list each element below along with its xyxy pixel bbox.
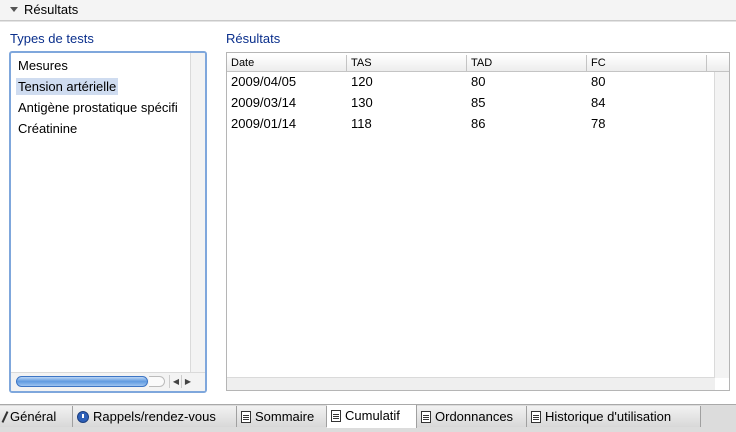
list-item-creatinine[interactable]: Créatinine [16,120,79,137]
table-vertical-scrollbar[interactable] [714,72,729,378]
section-header[interactable]: Résultats [0,0,736,21]
section-title: Résultats [24,2,79,17]
cell-tas: 120 [351,74,373,89]
document-icon [531,410,541,423]
types-label: Types de tests [10,31,94,46]
table-row[interactable]: 2009/03/14 130 85 84 [227,92,715,113]
document-icon [421,410,431,423]
results-table[interactable]: Date TAS TAD FC 2009/04/05 120 80 80 200… [226,52,730,391]
table-row[interactable]: 2009/04/05 120 80 80 [227,71,715,92]
cell-tad: 85 [471,95,486,110]
column-header-date[interactable]: Date [227,55,347,71]
test-types-list[interactable]: Mesures Tension artérielle Antigène pros… [9,51,207,393]
scroll-track-end [149,376,165,387]
tab-label: Historique d'utilisation [545,409,672,424]
cell-date: 2009/03/14 [231,95,297,110]
table-header: Date TAS TAD FC [227,55,729,72]
list-horizontal-scrollbar[interactable]: ◀ ▶ [11,372,205,391]
cell-fc: 80 [591,74,606,89]
column-header-filler [707,55,729,71]
tab-bar: Général Rappels/rendez-vous Sommaire Cum… [0,404,736,432]
scroll-thumb[interactable] [16,376,148,387]
cell-date: 2009/04/05 [231,74,297,89]
results-label: Résultats [226,31,281,46]
column-header-tad[interactable]: TAD [467,55,587,71]
list-item-tension-arterielle[interactable]: Tension artérielle [16,78,119,95]
list-item-antigene-prostatique[interactable]: Antigène prostatique spécifi [16,99,180,116]
list-item-mesures[interactable]: Mesures [16,57,70,74]
column-header-fc[interactable]: FC [587,55,707,71]
cell-date: 2009/01/14 [231,116,297,131]
tab-historique[interactable]: Historique d'utilisation [527,406,701,427]
tab-label: Sommaire [255,409,315,424]
tab-rappels[interactable]: Rappels/rendez-vous [73,406,237,427]
tab-label: Cumulatif [345,408,400,423]
scroll-right-arrow-icon[interactable]: ▶ [181,375,194,388]
tab-sommaire[interactable]: Sommaire [237,406,327,427]
pen-icon [1,410,9,423]
cell-tas: 118 [351,116,372,131]
tab-label: Rappels/rendez-vous [93,409,216,424]
header-divider [0,21,736,22]
tab-label: Ordonnances [435,409,514,424]
tab-label: Général [10,409,57,424]
tab-cumulatif[interactable]: Cumulatif [327,405,417,428]
cell-tad: 80 [471,74,486,89]
document-icon [241,410,251,423]
collapse-triangle-icon[interactable] [10,7,18,12]
list-vertical-scrollbar[interactable] [190,53,205,375]
document-icon [331,409,341,422]
cell-tad: 86 [471,116,486,131]
tab-ordonnances[interactable]: Ordonnances [417,406,527,427]
cell-fc: 78 [591,116,606,131]
cell-tas: 130 [351,95,373,110]
tab-general[interactable]: Général [0,406,73,427]
table-horizontal-scrollbar[interactable] [227,377,715,390]
clock-icon [77,410,89,423]
column-header-tas[interactable]: TAS [347,55,467,71]
cell-fc: 84 [591,95,606,110]
table-row[interactable]: 2009/01/14 118 86 78 [227,113,715,134]
